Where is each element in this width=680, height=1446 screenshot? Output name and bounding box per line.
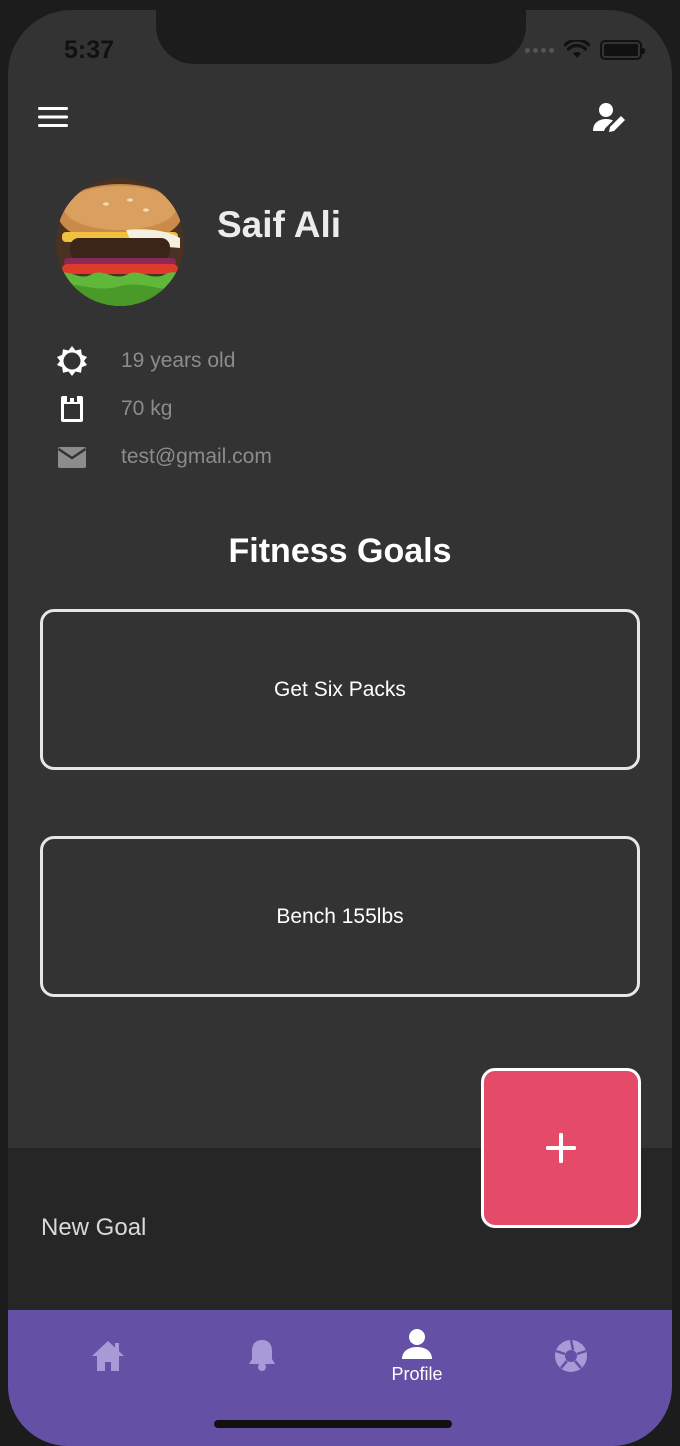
device-notch (156, 10, 526, 64)
weight-text: 70 kg (121, 397, 173, 420)
add-goal-button[interactable] (481, 1068, 641, 1228)
plus-icon (546, 1133, 576, 1163)
weight-row: 70 kg (56, 393, 172, 425)
profile-name: Saif Ali (217, 204, 342, 245)
mail-icon (57, 447, 87, 468)
tab-label: Profile (391, 1364, 443, 1384)
age-row: 19 years old (56, 345, 235, 377)
goal-card[interactable]: Bench 155lbs (40, 836, 640, 997)
new-goal-label: New Goal (41, 1214, 147, 1241)
battery-icon (600, 40, 645, 60)
tab-notifications[interactable] (202, 1310, 322, 1410)
home-indicator[interactable] (214, 1420, 452, 1428)
sun-icon (57, 346, 87, 376)
goal-label: Get Six Packs (274, 677, 406, 701)
age-text: 19 years old (121, 349, 236, 372)
status-time: 5:37 (64, 36, 115, 64)
tab-home[interactable] (48, 1310, 168, 1410)
home-icon (92, 1341, 124, 1371)
wifi-icon (564, 40, 590, 58)
goal-label: Bench 155lbs (276, 904, 404, 928)
aperture-icon (555, 1339, 587, 1372)
hamburger-menu-icon[interactable] (36, 104, 70, 130)
avatar (56, 178, 184, 306)
email-row: test@gmail.com (56, 441, 272, 473)
section-title: Fitness Goals (228, 532, 452, 570)
tab-profile[interactable]: Profile (357, 1310, 477, 1410)
person-icon (402, 1329, 432, 1359)
cellular-signal-icon (525, 47, 554, 53)
edit-profile-icon[interactable] (592, 100, 628, 136)
device-frame: 5:37 Saif Ali 19 years old 70 kg test@gm… (0, 0, 680, 1446)
app-screen: 5:37 Saif Ali 19 years old 70 kg test@gm… (8, 10, 672, 1446)
status-icons (525, 40, 645, 60)
goal-card[interactable]: Get Six Packs (40, 609, 640, 770)
email-text: test@gmail.com (121, 445, 272, 468)
bell-icon (249, 1340, 275, 1371)
tab-camera[interactable] (511, 1310, 631, 1410)
burger-photo (56, 178, 184, 306)
weight-icon (61, 396, 83, 422)
